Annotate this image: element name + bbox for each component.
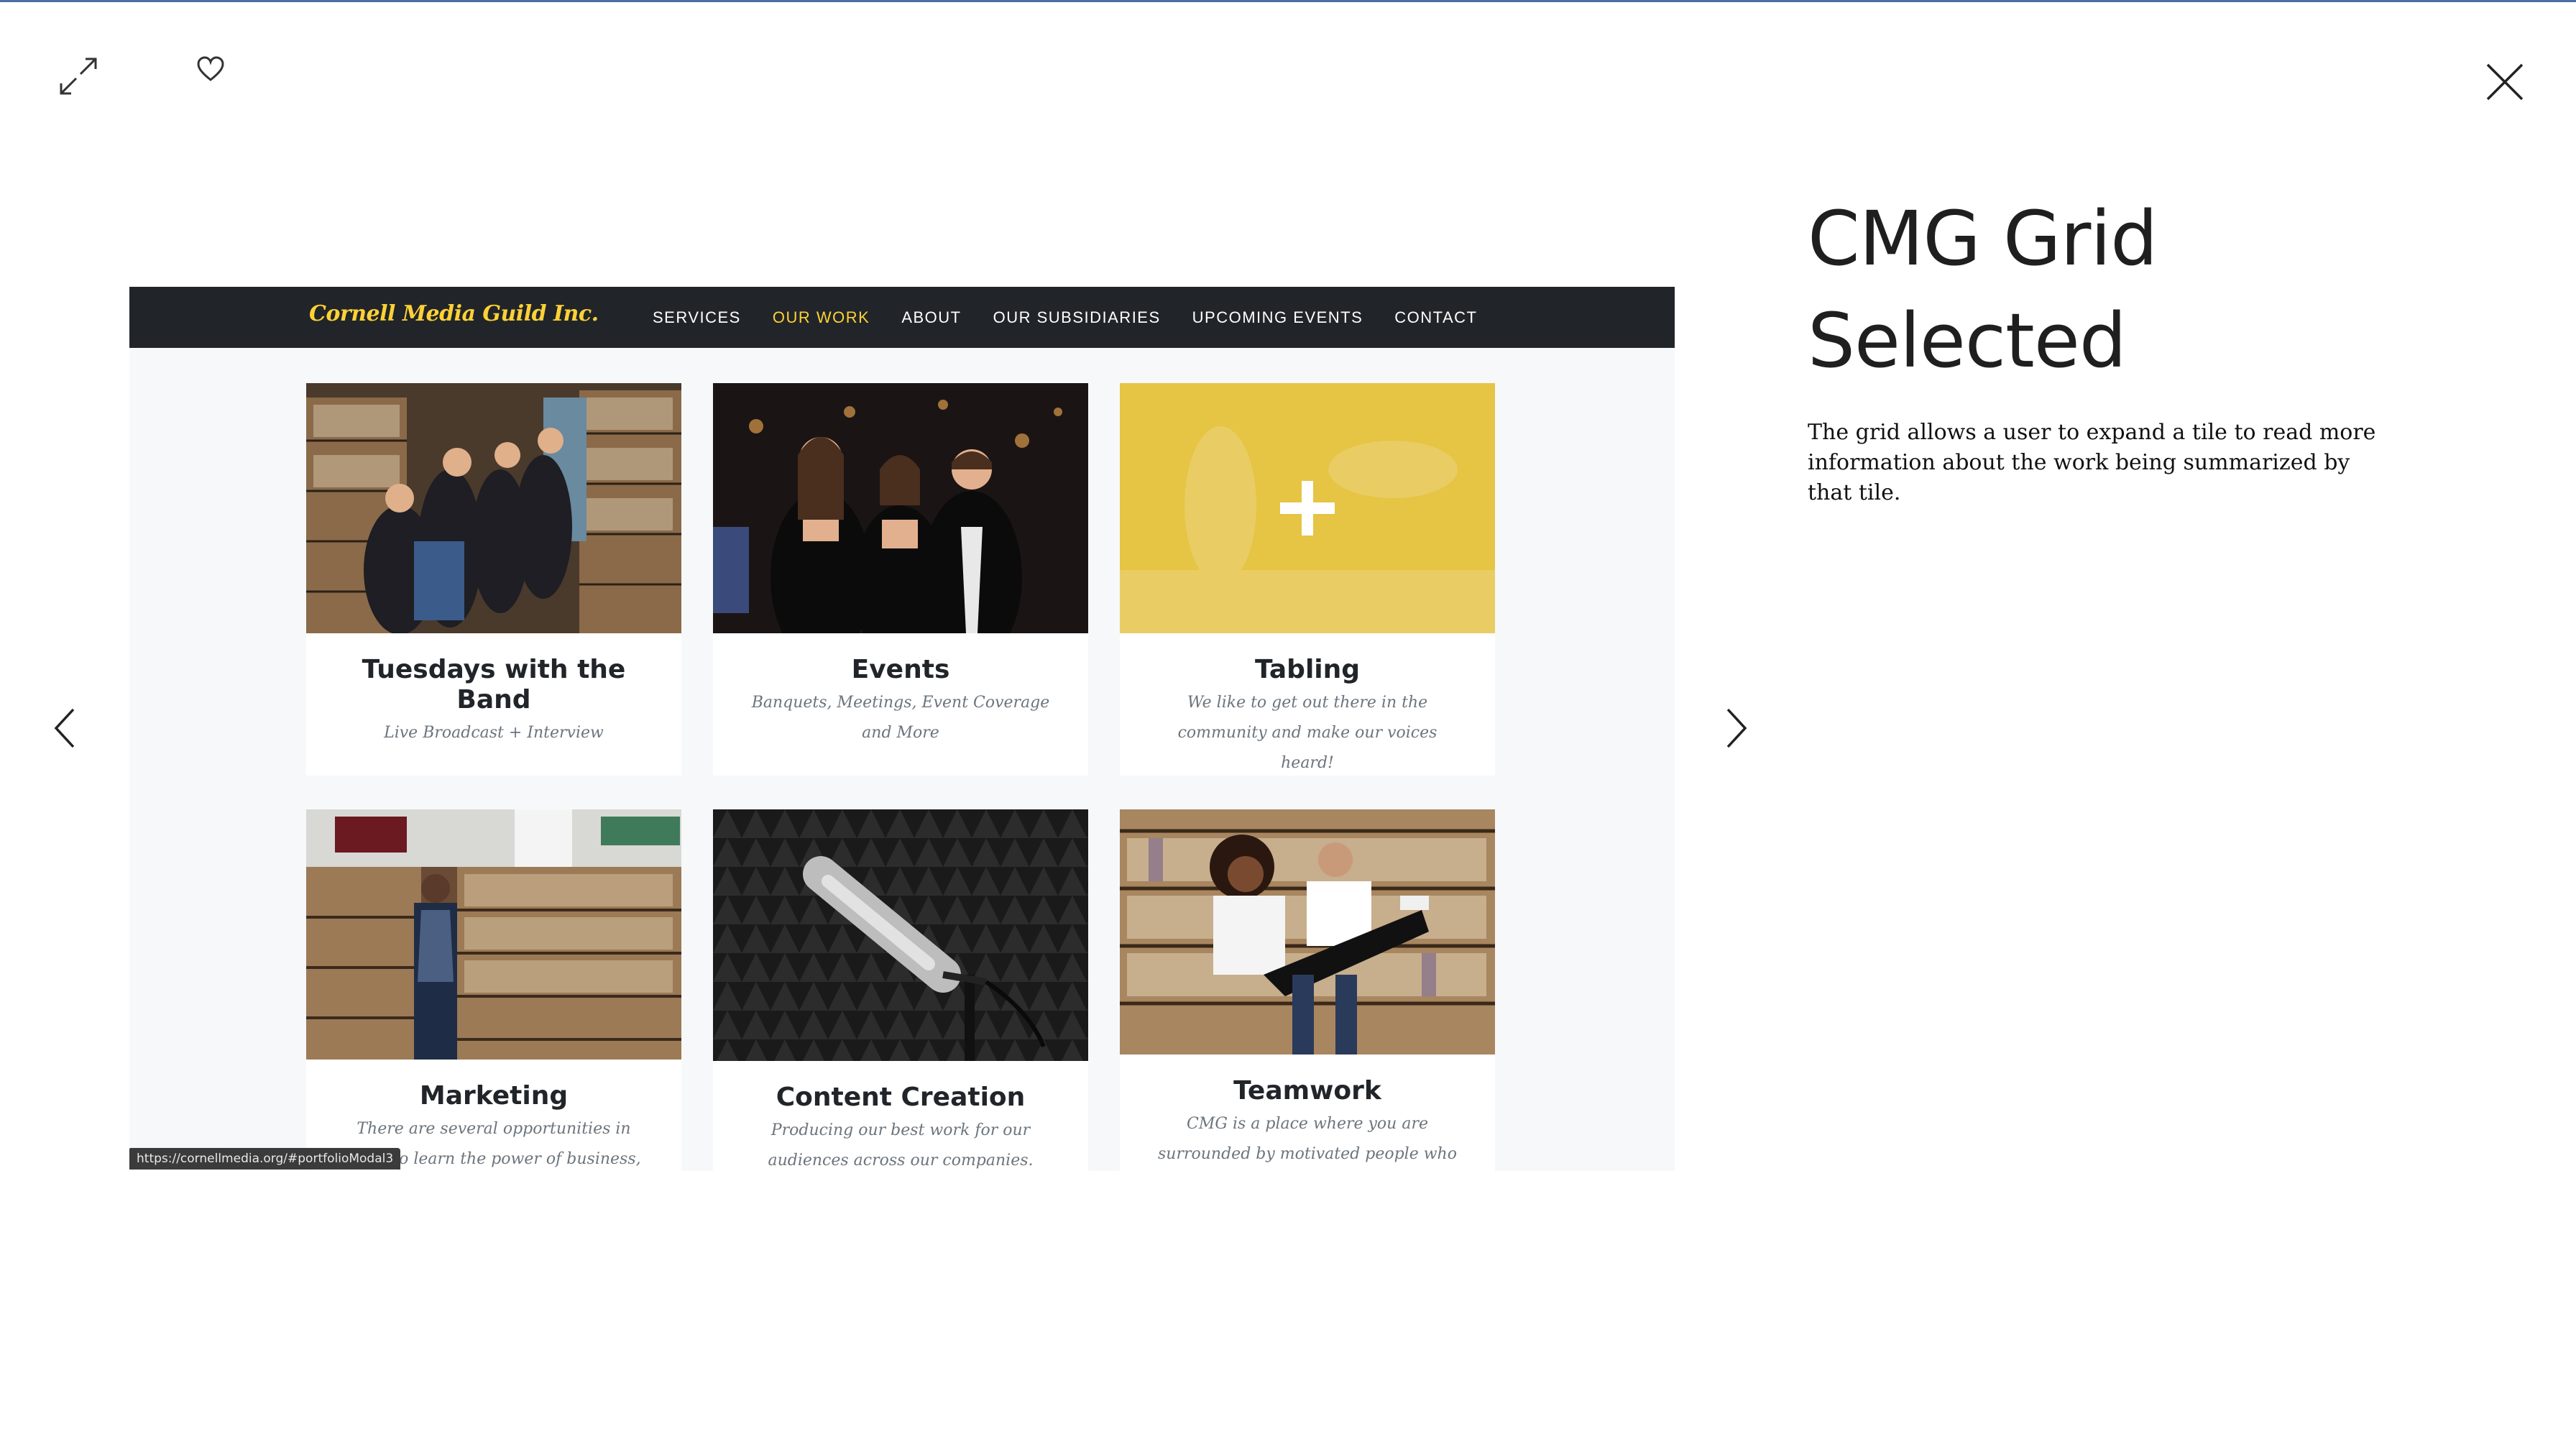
tile-description: Banquets, Meetings, Event Coverage and M… <box>751 694 1050 742</box>
site-nav-links: SERVICES OUR WORK ABOUT OUR SUBSIDIARIES… <box>653 287 1509 348</box>
project-description: The grid allows a user to expand a tile … <box>1808 420 2376 505</box>
expand-button[interactable] <box>53 51 104 101</box>
nav-link-contact[interactable]: CONTACT <box>1394 308 1477 327</box>
nav-link-our-work[interactable]: OUR WORK <box>773 308 870 327</box>
tile-title: Content Creation <box>776 1083 1026 1112</box>
tile-title: Tabling <box>1254 655 1361 684</box>
tile-caption: Tuesdays with the Band Live Broadcast + … <box>306 633 681 748</box>
tile-title: Tuesdays with the Band <box>362 655 626 714</box>
plus-icon[interactable] <box>1279 479 1336 537</box>
previous-button[interactable] <box>43 699 86 757</box>
nav-link-our-subsidiaries[interactable]: OUR SUBSIDIARIES <box>993 308 1161 327</box>
tile-description: Live Broadcast + Interview <box>384 724 604 742</box>
tile-photo-tabling-hover <box>1120 383 1495 633</box>
portfolio-tile-tuesdays-with-the-band[interactable]: Tuesdays with the Band Live Broadcast + … <box>306 383 681 776</box>
tile-description: We like to get out there in the communit… <box>1177 694 1438 772</box>
project-title: CMG Grid Selected <box>1808 188 2383 392</box>
tile-caption: Events Banquets, Meetings, Event Coverag… <box>713 633 1088 748</box>
close-icon <box>2485 62 2525 102</box>
tile-photo-content-creation <box>713 809 1088 1061</box>
heart-icon <box>196 56 225 82</box>
tile-caption: Tabling We like to get out there in the … <box>1120 633 1495 778</box>
chevron-right-icon <box>1724 707 1749 750</box>
nav-link-upcoming-events[interactable]: UPCOMING EVENTS <box>1192 308 1363 327</box>
tile-photo-marketing <box>306 809 681 1060</box>
tile-caption: Teamwork CMG is a place where you are su… <box>1120 1054 1495 1170</box>
expand-icon <box>57 55 100 98</box>
tile-photo-band <box>306 383 681 633</box>
tile-description: Producing our best work for our audience… <box>768 1121 1034 1170</box>
next-button[interactable] <box>1715 699 1758 757</box>
tile-caption: Content Creation Producing our best work… <box>713 1061 1088 1171</box>
close-button[interactable] <box>2480 57 2530 107</box>
tile-photo-events <box>713 383 1088 633</box>
portfolio-tile-tabling[interactable]: Tabling We like to get out there in the … <box>1120 383 1495 776</box>
portfolio-tile-marketing[interactable]: Marketing There are several opportunitie… <box>306 809 681 1171</box>
nav-link-about[interactable]: ABOUT <box>901 308 961 327</box>
tile-title: Marketing <box>419 1081 569 1111</box>
nav-link-services[interactable]: SERVICES <box>653 308 741 327</box>
chevron-left-icon <box>52 707 78 750</box>
portfolio-tile-content-creation[interactable]: Content Creation Producing our best work… <box>713 809 1088 1171</box>
project-title-line-1: CMG Grid <box>1808 195 2158 282</box>
tile-photo-teamwork <box>1120 809 1495 1054</box>
tile-description: CMG is a place where you are surrounded … <box>1158 1115 1457 1163</box>
tile-title: Teamwork <box>1233 1076 1381 1106</box>
site-brand-logo: Cornell Media Guild Inc. <box>309 301 599 326</box>
status-bar-url: https://cornellmedia.org/#portfolioModal… <box>129 1148 401 1170</box>
project-screenshot: Cornell Media Guild Inc. SERVICES OUR WO… <box>129 287 1675 1171</box>
tile-title: Events <box>851 655 950 684</box>
like-button[interactable] <box>193 51 229 87</box>
project-title-line-2: Selected <box>1808 297 2127 385</box>
site-navbar: Cornell Media Guild Inc. SERVICES OUR WO… <box>129 287 1675 348</box>
portfolio-tile-events[interactable]: Events Banquets, Meetings, Event Coverag… <box>713 383 1088 776</box>
portfolio-tile-teamwork[interactable]: Teamwork CMG is a place where you are su… <box>1120 809 1495 1171</box>
